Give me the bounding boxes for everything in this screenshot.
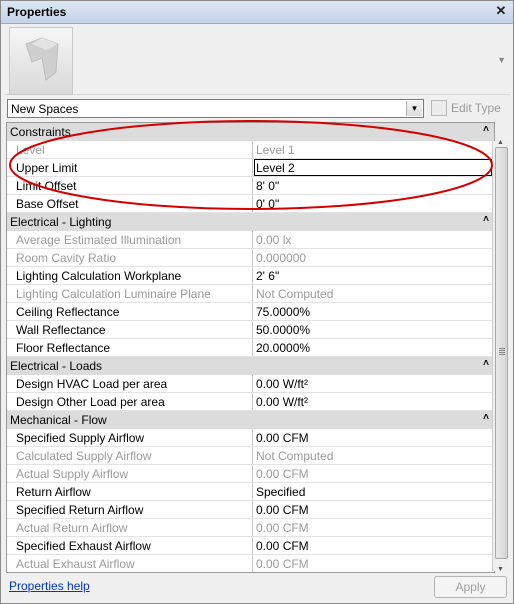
property-row[interactable]: Specified Exhaust Airflow 0.00 CFM (7, 537, 494, 555)
property-name: Lighting Calculation Luminaire Plane (16, 287, 211, 301)
property-row[interactable]: Limit Offset 8' 0" (7, 177, 494, 195)
type-thumbnail (9, 27, 73, 95)
property-row[interactable]: Specified Supply Airflow 0.00 CFM (7, 429, 494, 447)
property-name: Design HVAC Load per area (16, 377, 168, 391)
properties-scrollbar[interactable]: ▲ ▼ (492, 139, 509, 573)
property-row[interactable]: Floor Reflectance 20.0000% (7, 339, 494, 357)
scroll-up-icon[interactable]: ▲ (497, 139, 504, 146)
property-value[interactable]: 0' 0" (256, 197, 279, 211)
type-selector-dropdown[interactable]: New Spaces ▼ (7, 99, 424, 118)
property-row: Room Cavity Ratio 0.000000 (7, 249, 494, 267)
property-row[interactable]: Design HVAC Load per area 0.00 W/ft² (7, 375, 494, 393)
preview-scroll-icon[interactable]: ▼ (497, 55, 506, 65)
property-value[interactable]: 0.00 CFM (256, 503, 309, 517)
property-row: Calculated Supply Airflow Not Computed (7, 447, 494, 465)
window-title: Properties (7, 5, 67, 19)
property-value[interactable]: 75.0000% (256, 305, 310, 319)
property-row[interactable]: Ceiling Reflectance 75.0000% (7, 303, 494, 321)
edit-type-button[interactable]: Edit Type (431, 99, 509, 118)
title-bar[interactable]: Properties ✕ (1, 1, 513, 24)
property-name: Base Offset (16, 197, 79, 211)
property-value: Level 1 (256, 143, 295, 157)
property-name: Level (16, 143, 45, 157)
group-title: Constraints (10, 125, 71, 139)
property-value[interactable]: 0.00 W/ft² (256, 377, 308, 391)
property-name: Limit Offset (16, 179, 77, 193)
property-row: Actual Exhaust Airflow 0.00 CFM (7, 555, 494, 572)
property-name: Wall Reflectance (16, 323, 106, 337)
property-value[interactable]: Level 2 (256, 161, 295, 175)
property-name: Actual Exhaust Airflow (16, 557, 135, 571)
property-value: 0.00 lx (256, 233, 292, 247)
property-value: 0.00 CFM (256, 557, 309, 571)
property-name: Actual Supply Airflow (16, 467, 129, 481)
property-name: Lighting Calculation Workplane (16, 269, 182, 283)
property-row: Level Level 1 (7, 141, 494, 159)
chevron-down-icon[interactable]: ▼ (406, 101, 422, 116)
property-name: Average Estimated Illumination (16, 233, 182, 247)
group-title: Mechanical - Flow (10, 413, 107, 427)
group-title: Electrical - Loads (10, 359, 103, 373)
property-value[interactable]: 2' 6" (256, 269, 279, 283)
property-row[interactable]: Wall Reflectance 50.0000% (7, 321, 494, 339)
property-row: Actual Return Airflow 0.00 CFM (7, 519, 494, 537)
property-name: Upper Limit (16, 161, 78, 175)
property-value[interactable]: 0.00 W/ft² (256, 395, 308, 409)
properties-help-link[interactable]: Properties help (9, 579, 90, 593)
group-header[interactable]: Mechanical - Flow ˄ (7, 411, 494, 429)
property-row[interactable]: Design Other Load per area 0.00 W/ft² (7, 393, 494, 411)
type-preview-area: ▼ (5, 25, 510, 95)
property-row: Lighting Calculation Luminaire Plane Not … (7, 285, 494, 303)
group-header[interactable]: Electrical - Lighting ˄ (7, 213, 494, 231)
properties-window: Properties ✕ ▼ New Spaces ▼ Edit Type Co… (0, 0, 514, 604)
property-value[interactable]: 0.00 CFM (256, 539, 309, 553)
property-value: 0.000000 (256, 251, 307, 265)
property-value[interactable]: 0.00 CFM (256, 431, 309, 445)
group-header[interactable]: Constraints ˄ (7, 123, 494, 141)
property-row: Actual Supply Airflow 0.00 CFM (7, 465, 494, 483)
collapse-chevrons-icon[interactable]: ˄ (483, 214, 489, 225)
property-value[interactable]: 50.0000% (256, 323, 310, 337)
property-value[interactable]: Specified (256, 485, 305, 499)
edit-type-label: Edit Type (451, 101, 501, 115)
property-name: Design Other Load per area (16, 395, 165, 409)
property-name: Calculated Supply Airflow (16, 449, 152, 463)
property-name: Specified Return Airflow (16, 503, 144, 517)
property-name: Specified Supply Airflow (16, 431, 145, 445)
property-name: Actual Return Airflow (16, 521, 128, 535)
property-value: Not Computed (256, 449, 334, 463)
property-name: Floor Reflectance (16, 341, 111, 355)
property-name: Specified Exhaust Airflow (16, 539, 151, 553)
edit-type-icon (431, 100, 447, 116)
property-name: Return Airflow (16, 485, 91, 499)
properties-grid: Constraints ˄ Level Level 1 Upper Limit Level… (6, 122, 495, 573)
property-row[interactable]: Base Offset 0' 0" (7, 195, 494, 213)
scroll-down-icon[interactable]: ▼ (497, 566, 504, 573)
property-row[interactable]: Lighting Calculation Workplane 2' 6" (7, 267, 494, 285)
collapse-chevrons-icon[interactable]: ˄ (483, 412, 489, 423)
group-title: Electrical - Lighting (10, 215, 112, 229)
property-name: Ceiling Reflectance (16, 305, 120, 319)
collapse-chevrons-icon[interactable]: ˄ (483, 124, 489, 135)
close-icon[interactable]: ✕ (494, 4, 508, 18)
scrollbar-thumb[interactable] (495, 147, 508, 559)
collapse-chevrons-icon[interactable]: ˄ (483, 358, 489, 369)
property-row: Average Estimated Illumination 0.00 lx (7, 231, 494, 249)
property-value: 0.00 CFM (256, 521, 309, 535)
apply-button[interactable]: Apply (434, 576, 507, 598)
property-name: Room Cavity Ratio (16, 251, 117, 265)
property-row[interactable]: Return Airflow Specified (7, 483, 494, 501)
property-value[interactable]: 8' 0" (256, 179, 279, 193)
property-row[interactable]: Specified Return Airflow 0.00 CFM (7, 501, 494, 519)
property-row[interactable]: Upper Limit Level 2 (7, 159, 494, 177)
property-value: 0.00 CFM (256, 467, 309, 481)
type-selector-value: New Spaces (11, 102, 79, 116)
property-value[interactable]: 20.0000% (256, 341, 310, 355)
property-value: Not Computed (256, 287, 334, 301)
group-header[interactable]: Electrical - Loads ˄ (7, 357, 494, 375)
